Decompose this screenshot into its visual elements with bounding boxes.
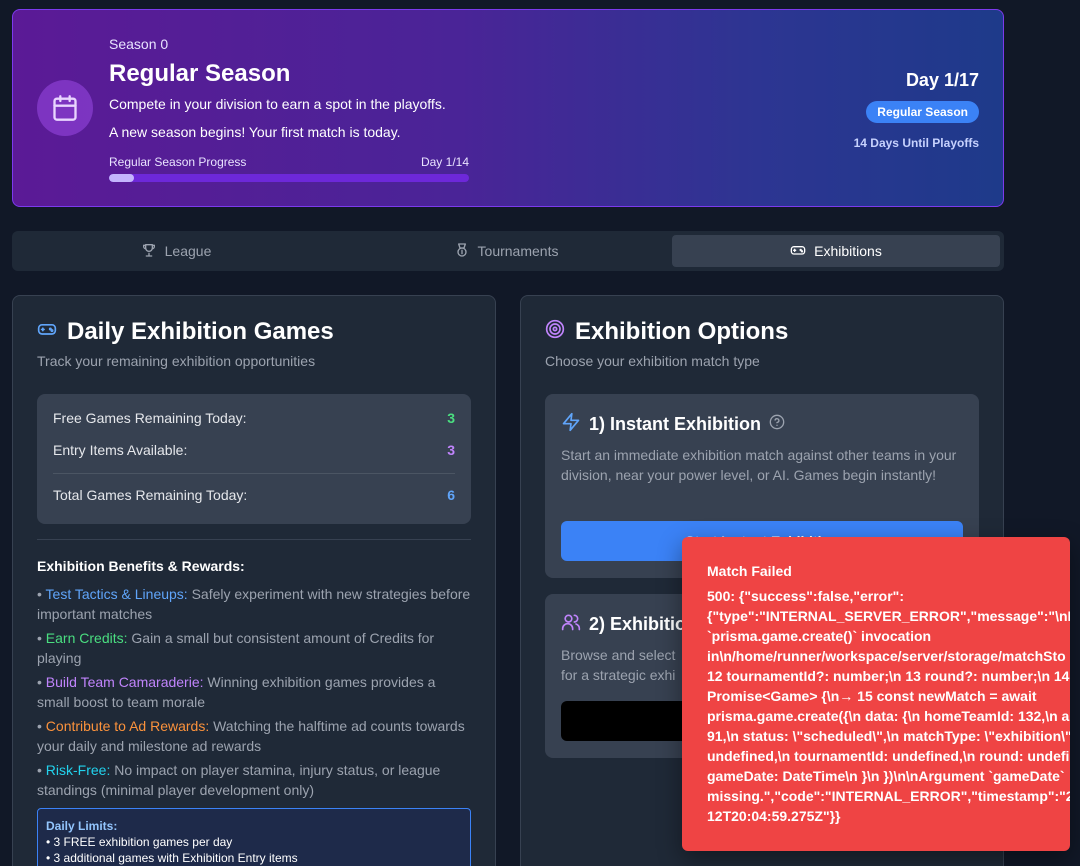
trophy-icon — [141, 242, 157, 261]
choose-title: 2) Exhibition — [589, 614, 697, 634]
options-subtitle: Choose your exhibition match type — [545, 353, 760, 369]
progress-day: Day 1/14 — [420, 155, 469, 169]
error-toast[interactable]: Match Failed 500: {"success":false,"erro… — [682, 537, 1070, 851]
benefit-name: Build Team Camaraderie: — [45, 674, 204, 690]
total-games-label: Total Games Remaining Today: — [53, 487, 248, 503]
limit-item: • 3 additional games with Exhibition Ent… — [46, 851, 298, 865]
season-progress-fill — [109, 174, 135, 182]
options-title: Exhibition Options — [575, 318, 789, 345]
season-title: Regular Season — [109, 60, 291, 87]
limit-item: • 3 FREE exhibition games per day — [46, 835, 233, 849]
list-item: • Earn Credits: Gain a small but consist… — [37, 630, 435, 666]
users-icon — [561, 612, 581, 637]
entry-items-value: 3 — [447, 442, 455, 458]
list-item: • Risk-Free: No impact on player stamina… — [37, 762, 441, 798]
limits-title: Daily Limits: — [46, 819, 118, 833]
tab-label: League — [164, 243, 212, 259]
season-message: A new season begins! Your first match is… — [109, 124, 401, 140]
current-day: Day 1/17 — [905, 70, 979, 90]
tab-league[interactable]: League — [16, 235, 336, 267]
list-item: • Test Tactics & Lineups: Safely experim… — [37, 586, 471, 622]
season-description: Compete in your division to earn a spot … — [109, 96, 446, 112]
medal-icon — [454, 242, 470, 261]
status-badge: Regular Season — [866, 101, 979, 123]
daily-limits-box: Daily Limits: • 3 FREE exhibition games … — [37, 808, 471, 866]
list-item: • Build Team Camaraderie: Winning exhibi… — [37, 674, 436, 710]
benefit-name: Risk-Free: — [45, 762, 111, 778]
entry-items-row: Entry Items Available: 3 — [53, 442, 455, 458]
gamepad-icon — [790, 242, 806, 261]
free-games-value: 3 — [447, 410, 455, 426]
free-games-label: Free Games Remaining Today: — [53, 410, 247, 426]
total-games-value: 6 — [447, 487, 455, 503]
toast-title: Match Failed — [707, 563, 792, 579]
daily-subtitle: Track your remaining exhibition opportun… — [37, 353, 316, 369]
stats-divider — [53, 473, 455, 474]
season-progress-bar — [109, 174, 469, 182]
toast-message: 500: {"success":false,"error": {"type":"… — [707, 588, 1070, 824]
games-remaining-panel: Free Games Remaining Today: 3 Entry Item… — [37, 394, 471, 524]
daily-exhibition-card: Daily Exhibition Games Track your remain… — [12, 295, 496, 866]
tab-label: Tournaments — [477, 243, 559, 259]
entry-items-label: Entry Items Available: — [53, 442, 188, 458]
days-until-playoffs: 14 Days Until Playoffs — [853, 136, 979, 150]
list-item: • Contribute to Ad Rewards: Watching the… — [37, 718, 465, 754]
benefit-name: Earn Credits: — [45, 630, 128, 646]
option-title: 2) Exhibition — [561, 612, 697, 637]
benefit-name: Test Tactics & Lineups: — [45, 586, 188, 602]
tab-tournaments[interactable]: Tournaments — [344, 235, 668, 267]
free-games-row: Free Games Remaining Today: 3 — [53, 410, 455, 426]
lightning-icon — [561, 412, 581, 437]
competition-tabs: League Tournaments Exhibitions — [12, 231, 1004, 271]
calendar-icon — [37, 80, 93, 136]
benefits-list: • Test Tactics & Lineups: Safely experim… — [37, 584, 471, 804]
help-icon[interactable] — [769, 414, 785, 435]
total-games-row: Total Games Remaining Today: 6 — [53, 487, 455, 503]
season-banner: Season 0 Regular Season Compete in your … — [12, 9, 1004, 207]
daily-title: Daily Exhibition Games — [67, 318, 334, 345]
section-divider — [37, 539, 471, 540]
card-title: Exhibition Options — [545, 318, 788, 346]
instant-description: Start an immediate exhibition match agai… — [561, 447, 957, 483]
gamepad-icon — [37, 318, 57, 346]
season-label: Season 0 — [109, 36, 169, 52]
benefit-name: Contribute to Ad Rewards: — [45, 718, 210, 734]
tab-label: Exhibitions — [814, 243, 882, 259]
card-title: Daily Exhibition Games — [37, 318, 334, 346]
benefits-title: Exhibition Benefits & Rewards: — [37, 558, 245, 574]
instant-title: 1) Instant Exhibition — [589, 414, 762, 434]
progress-label: Regular Season Progress — [109, 155, 247, 169]
target-icon — [545, 318, 565, 346]
option-title: 1) Instant Exhibition — [561, 412, 785, 437]
tab-exhibitions[interactable]: Exhibitions — [672, 235, 1000, 267]
